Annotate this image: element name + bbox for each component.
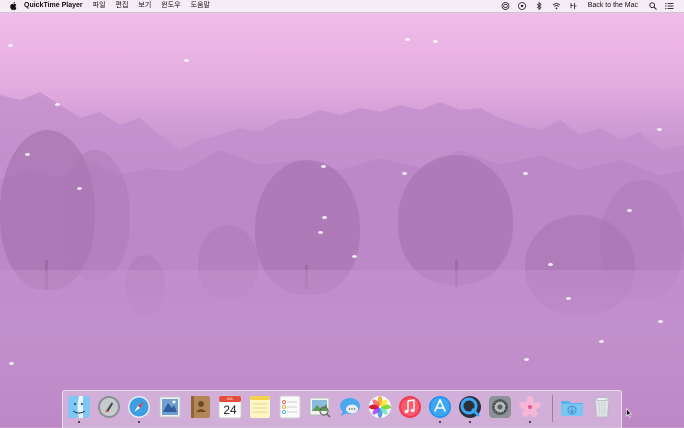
quicktime-record-icon[interactable] bbox=[501, 2, 510, 10]
petal bbox=[318, 231, 323, 234]
petal bbox=[405, 38, 410, 41]
petal bbox=[524, 358, 529, 361]
petal bbox=[322, 216, 327, 219]
running-indicator bbox=[138, 421, 140, 423]
contacts-icon[interactable] bbox=[188, 395, 212, 419]
petal bbox=[55, 103, 60, 106]
bluetooth-icon[interactable] bbox=[535, 2, 544, 10]
trash-icon[interactable] bbox=[590, 395, 614, 419]
finder-icon[interactable] bbox=[67, 395, 91, 419]
petal bbox=[548, 263, 553, 266]
petal bbox=[184, 59, 189, 62]
photos-icon[interactable] bbox=[368, 395, 392, 419]
petal bbox=[321, 165, 326, 168]
reminders-icon[interactable] bbox=[278, 395, 302, 419]
downloads-folder-icon[interactable] bbox=[560, 395, 584, 419]
running-indicator bbox=[439, 421, 441, 423]
petal bbox=[599, 340, 604, 343]
menu-edit[interactable]: 편집 bbox=[111, 0, 134, 12]
petal bbox=[77, 187, 82, 190]
petal bbox=[433, 40, 438, 43]
system-preferences-icon[interactable] bbox=[488, 395, 512, 419]
info-icon[interactable] bbox=[518, 2, 527, 10]
safari-icon[interactable] bbox=[127, 395, 151, 419]
petal bbox=[523, 172, 528, 175]
running-indicator bbox=[78, 421, 80, 423]
notification-center-icon[interactable] bbox=[665, 2, 674, 10]
calendar-icon[interactable]: JUL 24 bbox=[218, 395, 242, 419]
menu-view[interactable]: 보기 bbox=[133, 0, 156, 12]
menu-file[interactable]: 파일 bbox=[88, 0, 111, 12]
apple-menu-icon[interactable] bbox=[10, 2, 17, 10]
menu-bar: QuickTime Player 파일 편집 보기 윈도우 도움말 Back t… bbox=[0, 0, 684, 13]
mail-stamp-icon[interactable] bbox=[158, 395, 182, 419]
calendar-day: 24 bbox=[223, 403, 237, 417]
tree-left-2 bbox=[60, 150, 130, 280]
petal bbox=[25, 153, 30, 156]
user-name-label[interactable]: Back to the Mac bbox=[582, 0, 644, 12]
spotlight-icon[interactable] bbox=[648, 2, 657, 10]
petal bbox=[402, 172, 407, 175]
petal bbox=[9, 362, 14, 365]
wifi-icon[interactable] bbox=[552, 2, 561, 10]
quicktime-icon[interactable] bbox=[458, 395, 482, 419]
input-source-icon[interactable] bbox=[569, 2, 578, 10]
mouse-cursor-icon bbox=[626, 408, 632, 418]
cherry-blossom-icon[interactable] bbox=[518, 395, 542, 419]
dock: JUL 24 bbox=[62, 390, 622, 428]
messages-icon[interactable] bbox=[338, 395, 362, 419]
app-store-icon[interactable] bbox=[428, 395, 452, 419]
launchpad-icon[interactable] bbox=[97, 395, 121, 419]
app-menu-quicktime[interactable]: QuickTime Player bbox=[20, 0, 88, 12]
petal bbox=[8, 44, 13, 47]
petal bbox=[658, 320, 663, 323]
petal bbox=[566, 297, 571, 300]
menu-help[interactable]: 도움말 bbox=[186, 0, 215, 12]
running-indicator bbox=[469, 421, 471, 423]
preview-icon[interactable] bbox=[308, 395, 332, 419]
petal bbox=[627, 209, 632, 212]
notes-icon[interactable] bbox=[248, 395, 272, 419]
itunes-icon[interactable] bbox=[398, 395, 422, 419]
petal bbox=[352, 255, 357, 258]
petal bbox=[657, 128, 662, 131]
calendar-month: JUL bbox=[226, 396, 234, 401]
desktop-wallpaper bbox=[0, 0, 684, 427]
menu-window[interactable]: 윈도우 bbox=[156, 0, 185, 12]
dock-separator bbox=[552, 395, 553, 422]
running-indicator bbox=[529, 421, 531, 423]
